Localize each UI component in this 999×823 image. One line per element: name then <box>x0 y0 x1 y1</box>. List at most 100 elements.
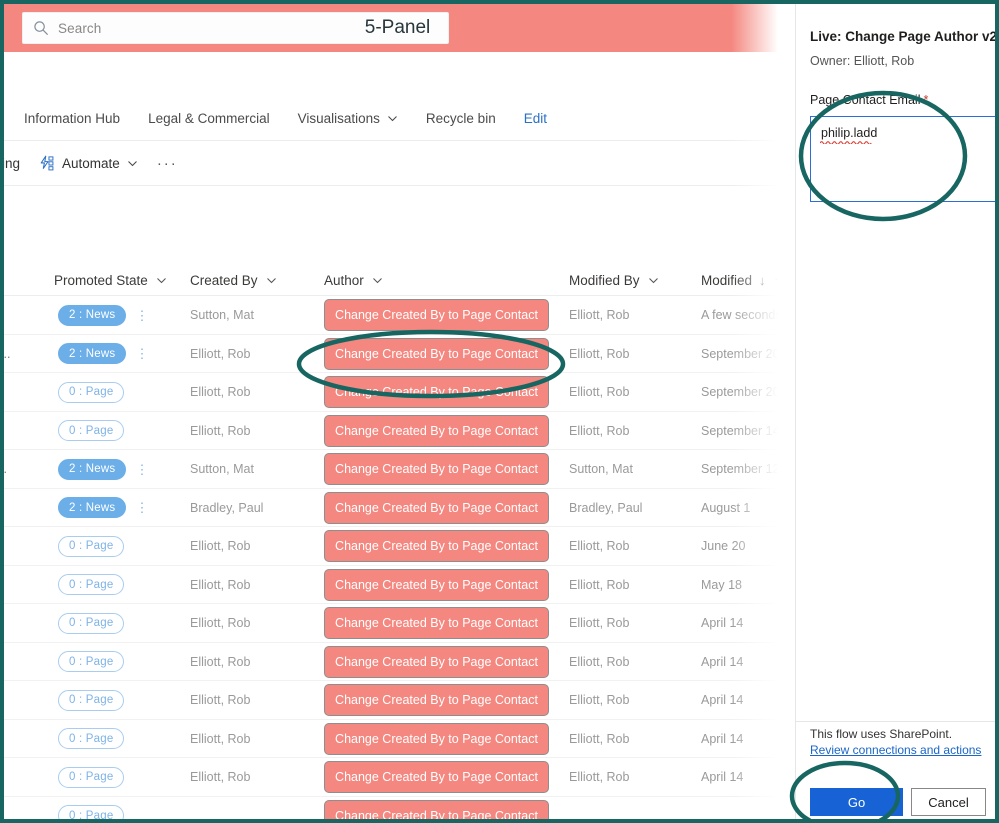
change-created-by-flow-button[interactable]: Change Created By to Page Contact <box>324 530 549 562</box>
cell-modified-by: Elliott, Rob <box>569 616 630 631</box>
change-created-by-flow-button[interactable]: Change Created By to Page Contact <box>324 337 549 370</box>
change-created-by-flow-button[interactable]: Change Created By to Page Contact <box>324 568 549 601</box>
change-created-by-flow-button[interactable]: Change Created By to Page Contact <box>324 299 549 331</box>
column-label: Modified <box>701 272 753 288</box>
go-button[interactable]: Go <box>810 788 903 816</box>
row-overflow-menu-icon[interactable]: ⋮ <box>135 450 149 489</box>
cell-modified: September 12 <box>701 462 780 477</box>
cell-created-by: Elliott, Rob <box>190 423 251 438</box>
status-badge[interactable]: 2 : News <box>58 458 127 480</box>
chevron-down-icon <box>127 160 137 166</box>
table-row[interactable]: 0 : Page Elliott, Rob Change Created By to… <box>4 643 791 682</box>
nav-item-label: Recycle bin <box>425 110 496 126</box>
status-badge[interactable]: 0 : Page <box>58 766 125 788</box>
change-created-by-flow-button[interactable]: Change Created By to Page Contact <box>324 607 549 639</box>
table-row[interactable]: 0 : Page Change Created By to Page Contac… <box>4 797 791 820</box>
page-contact-email-input[interactable] <box>810 116 995 202</box>
table-row[interactable]: 0 : Page Elliott, Rob Change Created By to… <box>4 720 791 758</box>
cell-title[interactable]: il-S... <box>4 335 48 374</box>
search-placeholder-text: Search <box>58 20 102 36</box>
status-badge[interactable]: 0 : Page <box>58 805 125 819</box>
change-created-by-flow-button[interactable]: Change Created By to Page Contact <box>324 376 549 408</box>
suite-bar: Search 5-Panel <box>4 4 791 52</box>
status-badge[interactable]: 0 : Page <box>58 420 125 442</box>
table-row[interactable]: 0 : Page Elliott, Rob Change Created By to… <box>4 527 791 566</box>
status-badge[interactable]: 0 : Page <box>58 728 125 750</box>
status-badge[interactable]: 0 : Page <box>58 612 125 634</box>
review-connections-link[interactable]: Review connections and actions <box>810 743 981 757</box>
row-overflow-menu-icon[interactable]: ⋮ <box>135 335 149 374</box>
change-created-by-flow-button[interactable]: Change Created By to Page Contact <box>324 645 549 678</box>
table-row[interactable]: 0 : Page Elliott, Rob Change Created By to… <box>4 412 791 450</box>
cell-modified: September 14 <box>701 423 780 438</box>
column-header-promoted-state[interactable]: Promoted State <box>54 264 167 296</box>
cell-created-by: Elliott, Rob <box>190 616 251 631</box>
nav-item-information-hub[interactable]: Information Hub <box>24 102 134 134</box>
change-created-by-flow-button[interactable]: Change Created By to Page Contact <box>324 491 549 524</box>
change-created-by-flow-button[interactable]: Change Created By to Page Contact <box>324 722 549 755</box>
table-row[interactable]: 0 : Page Elliott, Rob Change Created By to… <box>4 758 791 797</box>
nav-item-edit[interactable]: Edit <box>510 102 561 134</box>
cell-created-by: Elliott, Rob <box>190 654 251 669</box>
status-badge[interactable]: 0 : Page <box>58 651 125 673</box>
search-icon <box>34 21 48 35</box>
flow-title: Live: Change Page Author v2 <box>810 29 998 44</box>
nav-item-label: Information Hub <box>24 110 121 126</box>
column-header-modified-by[interactable]: Modified By <box>569 264 659 296</box>
cell-modified <box>701 797 791 820</box>
table-row[interactable]: 0 : Page Elliott, Rob Change Created By to… <box>4 566 791 604</box>
table-row[interactable]: 2 : News ⋮ Bradley, Paul Change Created By … <box>4 489 791 528</box>
status-badge[interactable]: 0 : Page <box>58 689 125 711</box>
nav-item-visualisations[interactable]: Visualisations <box>284 102 412 134</box>
table-row[interactable]: 0 : Page Elliott, Rob Change Created By to… <box>4 373 791 412</box>
table-row[interactable]: th-... 2 : News ⋮ Sutton, Mat Change Created… <box>4 450 791 489</box>
command-overflow-button[interactable]: ··· <box>147 155 188 172</box>
cell-promoted-state: 0 : Page <box>58 373 148 412</box>
cancel-button[interactable]: Cancel <box>911 788 986 816</box>
table-row[interactable]: il-S... 2 : News ⋮ Elliott, Rob Change Creat… <box>4 335 791 374</box>
change-created-by-flow-button[interactable]: Change Created By to Page Contact <box>324 414 549 447</box>
table-row[interactable]: 2 : News ⋮ Sutton, Mat Change Created By to… <box>4 296 791 335</box>
cell-promoted-state: 0 : Page <box>58 797 148 819</box>
cell-modified: September 20 <box>701 346 780 361</box>
automate-button[interactable]: Automate <box>29 143 147 183</box>
change-created-by-flow-button[interactable]: Change Created By to Page Contact <box>324 453 549 485</box>
nav-item-label: Legal & Commercial <box>148 110 270 126</box>
flow-connections-note: This flow uses SharePoint. <box>810 727 953 741</box>
cell-created-by: Sutton, Mat <box>190 462 254 477</box>
column-header-author[interactable]: Author <box>324 264 383 296</box>
cell-modified-by: Elliott, Rob <box>569 385 630 400</box>
column-header-modified[interactable]: Modified ↓ <box>701 264 785 296</box>
table-row[interactable]: 0 : Page Elliott, Rob Change Created By to… <box>4 681 791 720</box>
cell-modified-by: Elliott, Rob <box>569 770 630 785</box>
cell-modified-by: Elliott, Rob <box>569 423 630 438</box>
cell-created-by: Elliott, Rob <box>190 693 251 708</box>
row-overflow-menu-icon[interactable]: ⋮ <box>135 489 149 528</box>
table-row[interactable]: 0 : Page Elliott, Rob Change Created By to… <box>4 604 791 643</box>
status-badge[interactable]: 2 : News <box>58 304 127 326</box>
cell-promoted-state: 0 : Page <box>58 604 148 643</box>
status-badge[interactable]: 0 : Page <box>58 381 125 403</box>
column-header-created-by[interactable]: Created By <box>190 264 277 296</box>
change-created-by-flow-button[interactable]: Change Created By to Page Contact <box>324 684 549 716</box>
change-created-by-flow-button[interactable]: Change Created By to Page Contact <box>324 799 549 819</box>
automate-flow-icon <box>40 155 54 170</box>
status-badge[interactable]: 2 : News <box>58 497 127 519</box>
status-badge[interactable]: 0 : Page <box>58 535 125 557</box>
nav-item-recycle-bin[interactable]: Recycle bin <box>412 102 510 134</box>
cell-title[interactable]: th-... <box>4 450 48 489</box>
status-badge[interactable]: 2 : News <box>58 343 127 365</box>
command-truncated-label[interactable]: ing <box>4 143 29 183</box>
nav-item-legal-commercial[interactable]: Legal & Commercial <box>134 102 284 134</box>
cell-modified: April 14 <box>701 770 744 785</box>
cell-promoted-state: 0 : Page <box>58 643 148 682</box>
nav-item-label: Visualisations <box>297 110 380 126</box>
chevron-down-icon <box>648 277 658 283</box>
cell-modified: May 18 <box>701 577 742 592</box>
cell-modified-by <box>569 797 694 820</box>
row-overflow-menu-icon[interactable]: ⋮ <box>135 296 149 335</box>
status-badge[interactable]: 0 : Page <box>58 574 125 596</box>
chevron-down-icon <box>774 277 784 283</box>
change-created-by-flow-button[interactable]: Change Created By to Page Contact <box>324 761 549 793</box>
search-input[interactable]: Search <box>22 12 449 44</box>
